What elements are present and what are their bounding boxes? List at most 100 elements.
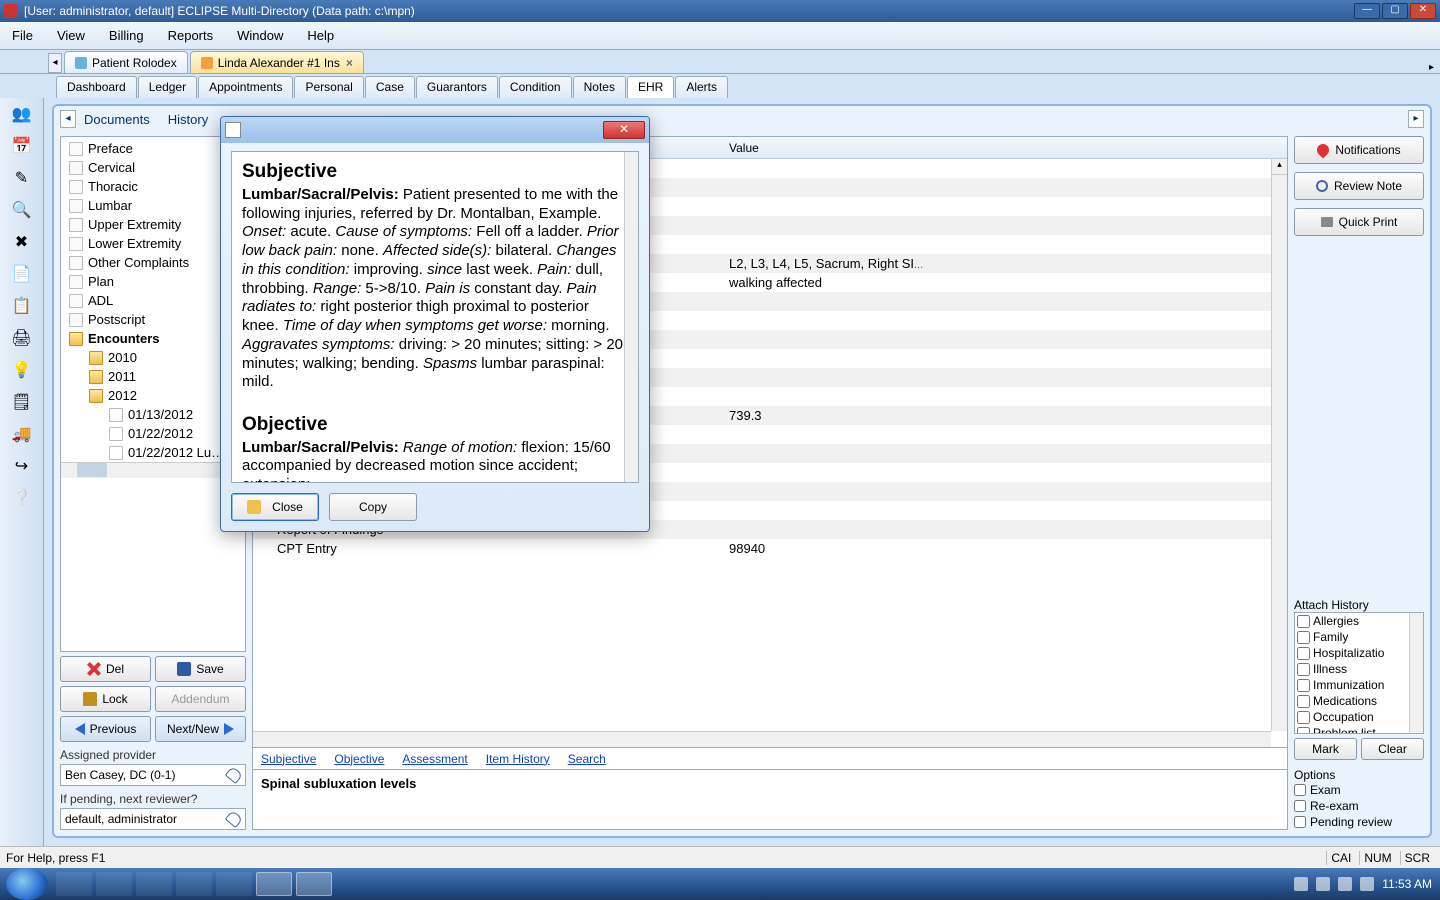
idea-icon[interactable]: 💡 bbox=[6, 356, 38, 384]
dialog-close-button[interactable]: ✕ bbox=[603, 121, 645, 139]
tab-ehr[interactable]: EHR bbox=[627, 76, 674, 98]
link-item-history[interactable]: Item History bbox=[486, 752, 550, 766]
attach-item[interactable]: Problem list bbox=[1295, 725, 1423, 734]
task-explorer[interactable] bbox=[56, 872, 92, 896]
maximize-button[interactable]: ▢ bbox=[1382, 3, 1408, 19]
tab-close-icon[interactable]: × bbox=[346, 56, 353, 70]
quick-print-button[interactable]: Quick Print bbox=[1294, 208, 1424, 236]
menu-view[interactable]: View bbox=[45, 24, 97, 47]
menu-help[interactable]: Help bbox=[295, 24, 346, 47]
tree-hscroll[interactable] bbox=[61, 462, 245, 478]
attach-item[interactable]: Family bbox=[1295, 629, 1423, 645]
tree-cervical[interactable]: Cervical bbox=[61, 158, 245, 177]
tab-nav-left[interactable]: ◂ bbox=[48, 53, 62, 73]
addendum-button[interactable]: Addendum bbox=[155, 686, 246, 712]
patients-icon[interactable]: 👥 bbox=[6, 100, 38, 128]
dialog-titlebar[interactable]: ✕ bbox=[221, 117, 649, 143]
task-folder[interactable] bbox=[216, 872, 252, 896]
tab-alerts[interactable]: Alerts bbox=[675, 76, 728, 98]
tab-nav-right[interactable]: ▸ bbox=[1429, 62, 1434, 73]
ellipsis-button[interactable]: ... bbox=[914, 259, 923, 271]
tree-lumbar[interactable]: Lumbar bbox=[61, 196, 245, 215]
tree-postscript[interactable]: Postscript bbox=[61, 310, 245, 329]
menu-reports[interactable]: Reports bbox=[156, 24, 226, 47]
grid-hscroll[interactable] bbox=[253, 731, 1271, 747]
window-close-button[interactable]: ✕ bbox=[1410, 3, 1436, 19]
attach-item[interactable]: Illness bbox=[1295, 661, 1423, 677]
tree-encounter-2[interactable]: 01/22/2012 bbox=[61, 424, 245, 443]
grid-vscroll[interactable]: ▴ bbox=[1271, 159, 1287, 731]
next-new-button[interactable]: Next/New bbox=[155, 716, 246, 742]
option-exam[interactable]: Exam bbox=[1294, 782, 1424, 798]
tray-network-icon[interactable] bbox=[1338, 877, 1352, 891]
menu-file[interactable]: File bbox=[0, 24, 45, 47]
tab-dashboard[interactable]: Dashboard bbox=[56, 76, 137, 98]
system-tray[interactable]: 11:53 AM bbox=[1294, 877, 1440, 891]
tab-patient-active[interactable]: Linda Alexander #1 Ins × bbox=[190, 51, 364, 73]
tree-year-2012[interactable]: 2012 bbox=[61, 386, 245, 405]
tab-ledger[interactable]: Ledger bbox=[138, 76, 197, 98]
tree-year-2010[interactable]: 2010 bbox=[61, 348, 245, 367]
tree-adl[interactable]: ADL bbox=[61, 291, 245, 310]
task-eclipse-2[interactable] bbox=[296, 872, 332, 896]
delete-icon[interactable]: ✖ bbox=[6, 228, 38, 256]
tree-lower-extremity[interactable]: Lower Extremity bbox=[61, 234, 245, 253]
dialog-close-button-2[interactable]: Close bbox=[231, 493, 319, 521]
assigned-value[interactable]: Ben Casey, DC (0-1) bbox=[60, 764, 246, 786]
tree-encounter-3[interactable]: 01/22/2012 Lu… bbox=[61, 443, 245, 462]
mark-button[interactable]: Mark bbox=[1294, 738, 1357, 760]
tree-preface[interactable]: Preface bbox=[61, 139, 245, 158]
option-pending-review[interactable]: Pending review bbox=[1294, 814, 1424, 830]
task-eclipse-1[interactable] bbox=[256, 872, 292, 896]
review-note-button[interactable]: Review Note bbox=[1294, 172, 1424, 200]
attach-item[interactable]: Immunization bbox=[1295, 677, 1423, 693]
link-objective[interactable]: Objective bbox=[334, 752, 384, 766]
calendar-icon[interactable]: 📅 bbox=[6, 132, 38, 160]
tree-plan[interactable]: Plan bbox=[61, 272, 245, 291]
task-ie[interactable] bbox=[176, 872, 212, 896]
tree-encounters[interactable]: Encounters bbox=[61, 329, 245, 348]
help-icon[interactable]: ❔ bbox=[6, 484, 38, 512]
export-icon[interactable]: ↪ bbox=[6, 452, 38, 480]
nav-history[interactable]: History bbox=[168, 112, 208, 127]
link-search[interactable]: Search bbox=[568, 752, 606, 766]
start-button[interactable] bbox=[6, 868, 48, 900]
clipboard-icon[interactable]: 📋 bbox=[6, 292, 38, 320]
tree-encounter-1[interactable]: 01/13/2012 bbox=[61, 405, 245, 424]
tab-case[interactable]: Case bbox=[365, 76, 415, 98]
tray-power-icon[interactable] bbox=[1316, 877, 1330, 891]
menu-window[interactable]: Window bbox=[225, 24, 295, 47]
task-icon[interactable]: 🗒 bbox=[6, 388, 38, 416]
attach-history-list[interactable]: AllergiesFamilyHospitalizatioIllnessImmu… bbox=[1294, 612, 1424, 734]
notifications-button[interactable]: Notifications bbox=[1294, 136, 1424, 164]
task-app[interactable] bbox=[136, 872, 172, 896]
tree-year-2011[interactable]: 2011 bbox=[61, 367, 245, 386]
tree-upper-extremity[interactable]: Upper Extremity bbox=[61, 215, 245, 234]
tab-personal[interactable]: Personal bbox=[294, 76, 363, 98]
tab-appointments[interactable]: Appointments bbox=[198, 76, 293, 98]
attach-icon[interactable] bbox=[225, 810, 243, 828]
attach-item[interactable]: Allergies bbox=[1295, 613, 1423, 629]
minimize-button[interactable]: — bbox=[1354, 3, 1380, 19]
tab-guarantors[interactable]: Guarantors bbox=[416, 76, 498, 98]
dialog-body[interactable]: Subjective Lumbar/Sacral/Pelvis: Patient… bbox=[231, 151, 639, 483]
task-media[interactable] bbox=[96, 872, 132, 896]
attach-item[interactable]: Occupation bbox=[1295, 709, 1423, 725]
tray-clock[interactable]: 11:53 AM bbox=[1382, 877, 1432, 891]
print-icon[interactable]: 🖨 bbox=[6, 324, 38, 352]
attach-icon[interactable] bbox=[225, 766, 243, 784]
tree-thoracic[interactable]: Thoracic bbox=[61, 177, 245, 196]
previous-button[interactable]: Previous bbox=[60, 716, 151, 742]
save-button[interactable]: Save bbox=[155, 656, 246, 682]
document-tree[interactable]: Preface Cervical Thoracic Lumbar Upper E… bbox=[60, 136, 246, 652]
tab-patient-rolodex[interactable]: Patient Rolodex bbox=[64, 51, 188, 73]
tab-condition[interactable]: Condition bbox=[499, 76, 572, 98]
dialog-copy-button[interactable]: Copy bbox=[329, 493, 417, 521]
search-icon[interactable]: 🔍 bbox=[6, 196, 38, 224]
attach-item[interactable]: Medications bbox=[1295, 693, 1423, 709]
tree-other-complaints[interactable]: Other Complaints bbox=[61, 253, 245, 272]
dialog-vscroll[interactable] bbox=[624, 152, 638, 482]
copy-icon[interactable]: 📄 bbox=[6, 260, 38, 288]
option-reexam[interactable]: Re-exam bbox=[1294, 798, 1424, 814]
tray-volume-icon[interactable] bbox=[1360, 877, 1374, 891]
